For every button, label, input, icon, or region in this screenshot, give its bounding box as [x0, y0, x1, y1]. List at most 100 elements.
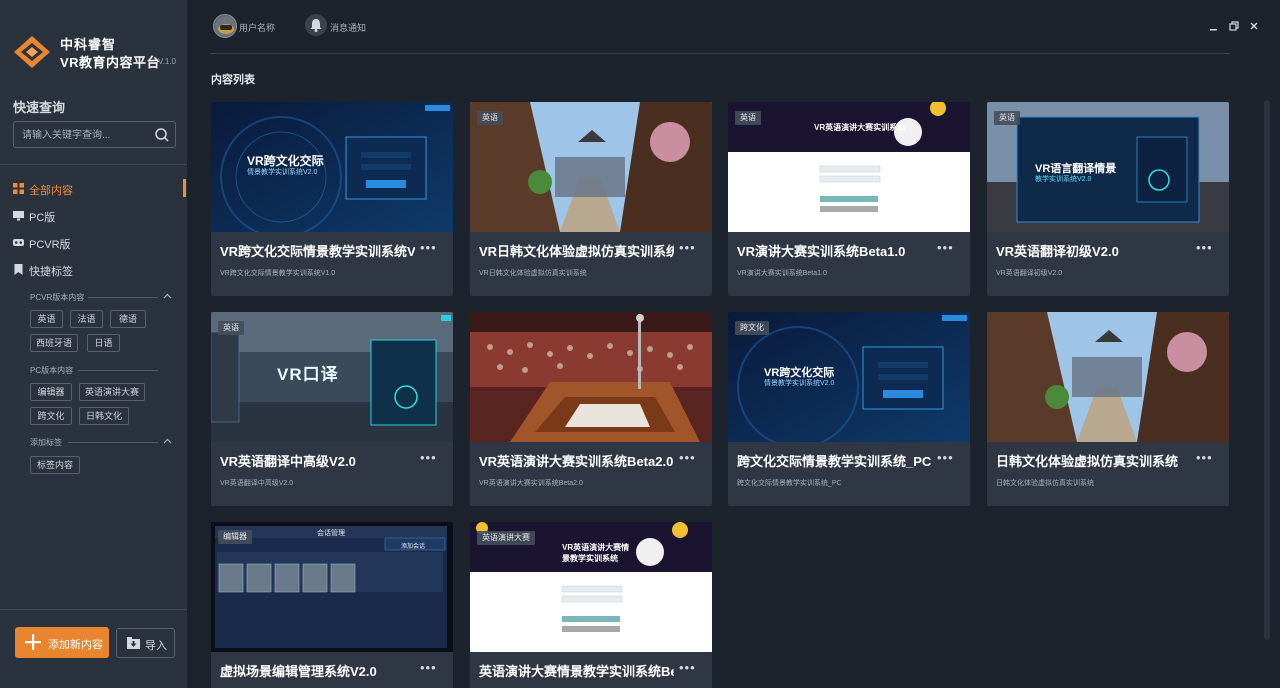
content-card[interactable]: 英语演讲大赛 VR英语演讲大赛情 景教学实训系统 英语演讲大赛情景教学实训系统B… [470, 522, 712, 688]
brand-platform: VR教育内容平台 [60, 55, 161, 70]
nav-label: PC版 [29, 212, 56, 224]
tag-speech-contest[interactable]: 英语演讲大赛 [79, 383, 145, 401]
restore-icon[interactable] [1228, 20, 1240, 32]
minimize-icon[interactable] [1208, 20, 1220, 32]
search-box[interactable] [13, 121, 176, 148]
more-options-icon[interactable]: ••• [679, 241, 696, 254]
chevron-up-icon[interactable] [163, 293, 172, 299]
notifications-label[interactable]: 消息通知 [330, 21, 366, 34]
content-card[interactable]: 编辑器 会话管理 添加会话 虚拟场景编辑管理系统V2.0 ••• [211, 522, 453, 688]
card-thumbnail[interactable]: 编辑器 会话管理 添加会话 [211, 522, 453, 652]
topbar-divider [210, 53, 1230, 54]
content-card[interactable]: VR英语演讲大赛实训系统Beta2.0 ••• VR英语演讲大赛实训系统Beta… [470, 312, 712, 506]
tag-group-pc-title: PC版本内容 [30, 366, 74, 375]
card-subtitle: VR跨文化交际情景教学实训系统V1.0 [220, 270, 336, 277]
card-thumbnail[interactable] [987, 312, 1229, 442]
card-thumbnail[interactable] [470, 312, 712, 442]
card-title: VR英语翻译中高级V2.0 [220, 454, 356, 469]
card-subtitle: VR英语翻译中高级V2.0 [220, 480, 294, 487]
tag-german[interactable]: 德语 [110, 310, 146, 328]
content-card[interactable]: 英语 VR英语演讲大赛实训系统 VR演讲大赛实训系统Beta1.0 ••• VR… [728, 102, 970, 296]
thumbnail-title: VR英语演讲大赛情 [562, 543, 630, 552]
nav-quick-tags[interactable]: 快捷标签 [13, 260, 187, 280]
bookmark-icon [14, 264, 23, 275]
search-icon[interactable] [154, 127, 170, 143]
card-badge: 英语演讲大赛 [477, 531, 535, 545]
more-options-icon[interactable]: ••• [1196, 241, 1213, 254]
thumbnail-image [470, 312, 712, 442]
search-input[interactable] [22, 127, 152, 143]
more-options-icon[interactable]: ••• [937, 241, 954, 254]
add-content-button[interactable]: 添加新内容 [15, 627, 109, 658]
content-card[interactable]: 日韩文化体验虚拟仿真实训系统 ••• 日韩文化体验虚拟仿真实训系统 [987, 312, 1229, 506]
import-icon [127, 637, 140, 649]
nav-label: 全部内容 [29, 185, 73, 197]
avatar[interactable] [213, 14, 237, 38]
card-badge: 英语 [477, 111, 503, 125]
card-title: VR日韩文化体验虚拟仿真实训系统 [479, 244, 674, 259]
tag-english[interactable]: 英语 [30, 310, 63, 328]
thumbnail-title: VR英语演讲大赛实训系统 [814, 123, 906, 132]
tag-group-pcvr-title: PCVR版本内容 [30, 293, 85, 302]
close-icon[interactable] [1248, 20, 1260, 32]
more-options-icon[interactable]: ••• [420, 661, 437, 674]
tag-group-add-title: 添加标签 [30, 438, 62, 447]
card-title: 虚拟场景编辑管理系统V2.0 [220, 664, 377, 679]
tag-editor[interactable]: 编辑器 [30, 383, 72, 401]
content-card[interactable]: 跨文化 VR跨文化交际 情景教学实训系统V2.0 跨文化交际情景教学实训系统_P… [728, 312, 970, 506]
card-thumbnail[interactable]: 英语 [470, 102, 712, 232]
plus-icon [25, 634, 41, 650]
content-card[interactable]: 英语 VR口译 VR英语翻译中高级V2.0 ••• VR英语翻译中高级V2.0 [211, 312, 453, 506]
card-thumbnail[interactable]: VR跨文化交际 情景教学实训系统V2.0 [211, 102, 453, 232]
card-title: 跨文化交际情景教学实训系统_PC [737, 454, 932, 469]
nav-pcvr[interactable]: PCVR版 [13, 233, 187, 253]
user-name[interactable]: 用户名称 [239, 21, 275, 34]
nav-pc[interactable]: PC版 [13, 206, 187, 226]
sidebar: 中科睿智 VR教育内容平台 V.1.0 快速查询 全部内容 PC版 PCVR版 … [0, 0, 187, 688]
card-thumbnail[interactable]: 英语 VR英语演讲大赛实训系统 [728, 102, 970, 232]
card-thumbnail[interactable]: 英语演讲大赛 VR英语演讲大赛情 景教学实训系统 [470, 522, 712, 652]
grid-icon [13, 183, 24, 194]
notification-button[interactable] [305, 14, 327, 36]
more-options-icon[interactable]: ••• [679, 661, 696, 674]
scrollbar[interactable] [1264, 100, 1270, 640]
thumbnail-subtitle: 景教学实训系统 [562, 554, 618, 563]
card-thumbnail[interactable]: 英语 VR口译 [211, 312, 453, 442]
card-title: 英语演讲大赛情景教学实训系统Beta [479, 664, 674, 679]
tag-jp-kr-culture[interactable]: 日韩文化 [79, 407, 129, 425]
more-options-icon[interactable]: ••• [679, 451, 696, 464]
more-options-icon[interactable]: ••• [420, 451, 437, 464]
card-title: VR跨文化交际情景教学实训系统V1.0 [220, 244, 415, 259]
more-options-icon[interactable]: ••• [1196, 451, 1213, 464]
more-options-icon[interactable]: ••• [937, 451, 954, 464]
group-line [78, 370, 158, 371]
nav-label: PCVR版 [29, 239, 71, 251]
group-line [88, 297, 158, 298]
vr-headset-icon [13, 239, 24, 246]
card-subtitle: VR英语翻译初级V2.0 [996, 270, 1063, 277]
group-line [68, 442, 158, 443]
import-button[interactable]: 导入 [116, 628, 175, 658]
thumbnail-subtitle: 教学实训系统V2.0 [1035, 176, 1092, 183]
tag-cross-culture[interactable]: 跨文化 [30, 407, 72, 425]
nav-all-content[interactable]: 全部内容 [13, 179, 187, 199]
tag-custom[interactable]: 标签内容 [30, 456, 80, 474]
content-card[interactable]: VR跨文化交际 情景教学实训系统V2.0 VR跨文化交际情景教学实训系统V1.0… [211, 102, 453, 296]
nav-label: 快捷标签 [29, 266, 73, 278]
chevron-up-icon[interactable] [163, 438, 172, 444]
more-options-icon[interactable]: ••• [420, 241, 437, 254]
card-thumbnail[interactable]: 跨文化 VR跨文化交际 情景教学实训系统V2.0 [728, 312, 970, 442]
brand-name: 中科睿智 [60, 37, 117, 52]
card-title: VR英语演讲大赛实训系统Beta2.0 [479, 454, 674, 469]
tag-japanese[interactable]: 日语 [87, 334, 120, 352]
content-card[interactable]: 英语 VR日韩文化体验虚拟仿真实训系统 ••• VR日韩文化体验虚拟仿真实训系统 [470, 102, 712, 296]
tag-spanish[interactable]: 西班牙语 [30, 334, 78, 352]
content-card[interactable]: 英语 VR语言翻译情景 教学实训系统V2.0 VR英语翻译初级V2.0 ••• … [987, 102, 1229, 296]
tag-french[interactable]: 法语 [70, 310, 103, 328]
card-subtitle: 日韩文化体验虚拟仿真实训系统 [996, 480, 1094, 487]
brand-version: V.1.0 [158, 57, 176, 66]
bell-icon [310, 19, 322, 32]
brand-logo: 中科睿智 VR教育内容平台 V.1.0 [12, 30, 182, 74]
thumbnail-subtitle: 情景教学实训系统V2.0 [764, 380, 835, 387]
card-thumbnail[interactable]: 英语 VR语言翻译情景 教学实训系统V2.0 [987, 102, 1229, 232]
